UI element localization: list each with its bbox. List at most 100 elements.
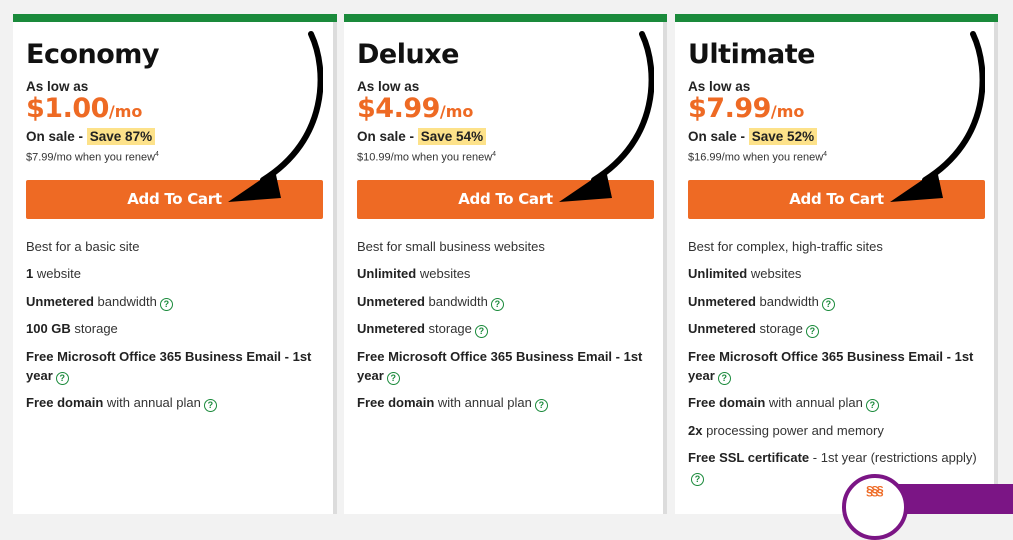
feature-list: Best for small business websites Unlimit…	[357, 237, 650, 413]
feature-item: Best for a basic site	[26, 237, 320, 256]
feature-bold: Unmetered	[26, 293, 94, 309]
feature-text: Best for small business websites	[357, 238, 545, 254]
feature-item: 100 GB storage	[26, 319, 320, 338]
feature-text: bandwidth	[93, 293, 157, 309]
feature-item: Unlimited websites	[357, 264, 650, 283]
card-accent-bar	[344, 14, 667, 22]
help-icon[interactable]: ?	[490, 297, 504, 311]
feature-bold: Free Microsoft Office 365 Business Email…	[688, 348, 974, 383]
price-amount: $7.99	[688, 93, 771, 124]
feature-text: website	[33, 266, 81, 282]
plan-name: Deluxe	[357, 39, 459, 70]
plan-name: Economy	[26, 39, 160, 70]
sale-prefix: On sale -	[357, 129, 418, 144]
plan-card-economy: Economy As low as $1.00/mo On sale - Sav…	[13, 14, 337, 514]
help-icon[interactable]: ?	[386, 371, 400, 385]
price-period: /mo	[108, 102, 143, 121]
renew-text: $16.99/mo when you renew	[688, 151, 824, 164]
save-badge: Save 52%	[748, 128, 818, 145]
feature-item: Unmetered storage?	[688, 319, 981, 339]
help-icon[interactable]: ?	[55, 371, 69, 385]
feature-bold: Unlimited	[357, 266, 417, 282]
price-amount: $4.99	[357, 93, 440, 124]
coffee-steam-icon: §§§	[866, 483, 884, 498]
plan-card-ultimate: Ultimate As low as $7.99/mo On sale - Sa…	[675, 14, 998, 514]
feature-text: storage	[70, 321, 118, 337]
feature-item: Unlimited websites	[688, 264, 981, 283]
help-icon[interactable]: ?	[159, 297, 173, 311]
feature-bold: Unmetered	[688, 321, 756, 337]
feature-bold: Unlimited	[688, 266, 748, 282]
footnote-marker[interactable]: 4	[155, 151, 159, 158]
plan-name: Ultimate	[688, 39, 815, 70]
add-to-cart-button[interactable]: Add To Cart	[357, 179, 654, 219]
as-low-as-label: As low as	[688, 79, 751, 94]
feature-bold: 2x	[688, 422, 703, 438]
help-icon[interactable]: ?	[534, 399, 548, 413]
feature-item: Free Microsoft Office 365 Business Email…	[26, 347, 320, 385]
feature-bold: Free domain	[26, 395, 104, 411]
save-badge: Save 87%	[86, 128, 156, 145]
feature-bold: Free domain	[357, 395, 435, 411]
chat-avatar[interactable]: §§§	[842, 474, 908, 540]
add-to-cart-button[interactable]: Add To Cart	[688, 179, 985, 219]
feature-item: Unmetered bandwidth?	[688, 292, 981, 311]
renew-text: $10.99/mo when you renew	[357, 151, 493, 164]
feature-text: - 1st year (restrictions apply)	[809, 450, 977, 466]
feature-bold: Free Microsoft Office 365 Business Email…	[26, 348, 312, 383]
feature-bold: Free Microsoft Office 365 Business Email…	[357, 348, 643, 383]
feature-item: Unmetered storage?	[357, 319, 650, 339]
plan-card-deluxe: Deluxe As low as $4.99/mo On sale - Save…	[344, 14, 667, 514]
renew-price: $10.99/mo when you renew4	[357, 147, 650, 166]
feature-list: Best for a basic site 1 website Unmetere…	[26, 237, 320, 413]
feature-text: bandwidth	[755, 293, 819, 309]
feature-text: with annual plan	[103, 395, 201, 411]
feature-item: Best for complex, high-traffic sites	[688, 237, 981, 256]
feature-text: storage	[424, 321, 472, 337]
sale-line: On sale - Save 52%	[688, 127, 981, 147]
feature-text: websites	[747, 266, 802, 282]
sale-line: On sale - Save 54%	[357, 127, 650, 147]
feature-text: Best for complex, high-traffic sites	[688, 238, 883, 254]
help-icon[interactable]: ?	[474, 325, 488, 339]
price-amount: $1.00	[26, 93, 109, 124]
feature-item: 1 website	[26, 264, 320, 283]
add-to-cart-button[interactable]: Add To Cart	[26, 179, 323, 219]
feature-item: Free domain with annual plan?	[688, 393, 981, 413]
feature-text: Best for a basic site	[26, 238, 140, 254]
feature-item: Unmetered bandwidth?	[26, 292, 320, 311]
help-icon[interactable]: ?	[717, 371, 731, 385]
save-badge: Save 54%	[417, 128, 487, 145]
help-icon[interactable]: ?	[203, 399, 217, 413]
price: $7.99/mo	[688, 94, 981, 127]
feature-item: Free domain with annual plan?	[357, 393, 650, 413]
as-low-as-label: As low as	[26, 79, 89, 94]
feature-text: websites	[416, 266, 471, 282]
feature-text: processing power and memory	[702, 422, 884, 438]
help-icon[interactable]: ?	[821, 297, 835, 311]
renew-price: $7.99/mo when you renew4	[26, 147, 320, 166]
help-icon[interactable]: ?	[691, 473, 704, 487]
feature-text: bandwidth	[424, 293, 488, 309]
sale-prefix: On sale -	[26, 129, 87, 144]
footnote-marker[interactable]: 4	[492, 151, 496, 158]
feature-bold: Free domain	[688, 395, 766, 411]
feature-bold: Unmetered	[357, 293, 425, 309]
card-accent-bar	[13, 14, 337, 22]
renew-text: $7.99/mo when you renew	[26, 151, 156, 164]
help-icon[interactable]: ?	[805, 325, 819, 339]
footnote-marker[interactable]: 4	[823, 151, 827, 158]
feature-item: Free Microsoft Office 365 Business Email…	[357, 347, 650, 385]
feature-item: Best for small business websites	[357, 237, 650, 256]
feature-bold: Free SSL certificate	[688, 450, 810, 466]
help-icon[interactable]: ?	[865, 399, 879, 413]
feature-item: Free Microsoft Office 365 Business Email…	[688, 347, 981, 385]
sale-line: On sale - Save 87%	[26, 127, 320, 147]
price-period: /mo	[439, 102, 474, 121]
feature-text: with annual plan	[765, 395, 863, 411]
feature-item: Free domain with annual plan?	[26, 393, 320, 413]
card-accent-bar	[675, 14, 998, 22]
feature-bold: Unmetered	[357, 321, 425, 337]
chat-bar[interactable]	[892, 484, 1013, 514]
feature-bold: Unmetered	[688, 293, 756, 309]
